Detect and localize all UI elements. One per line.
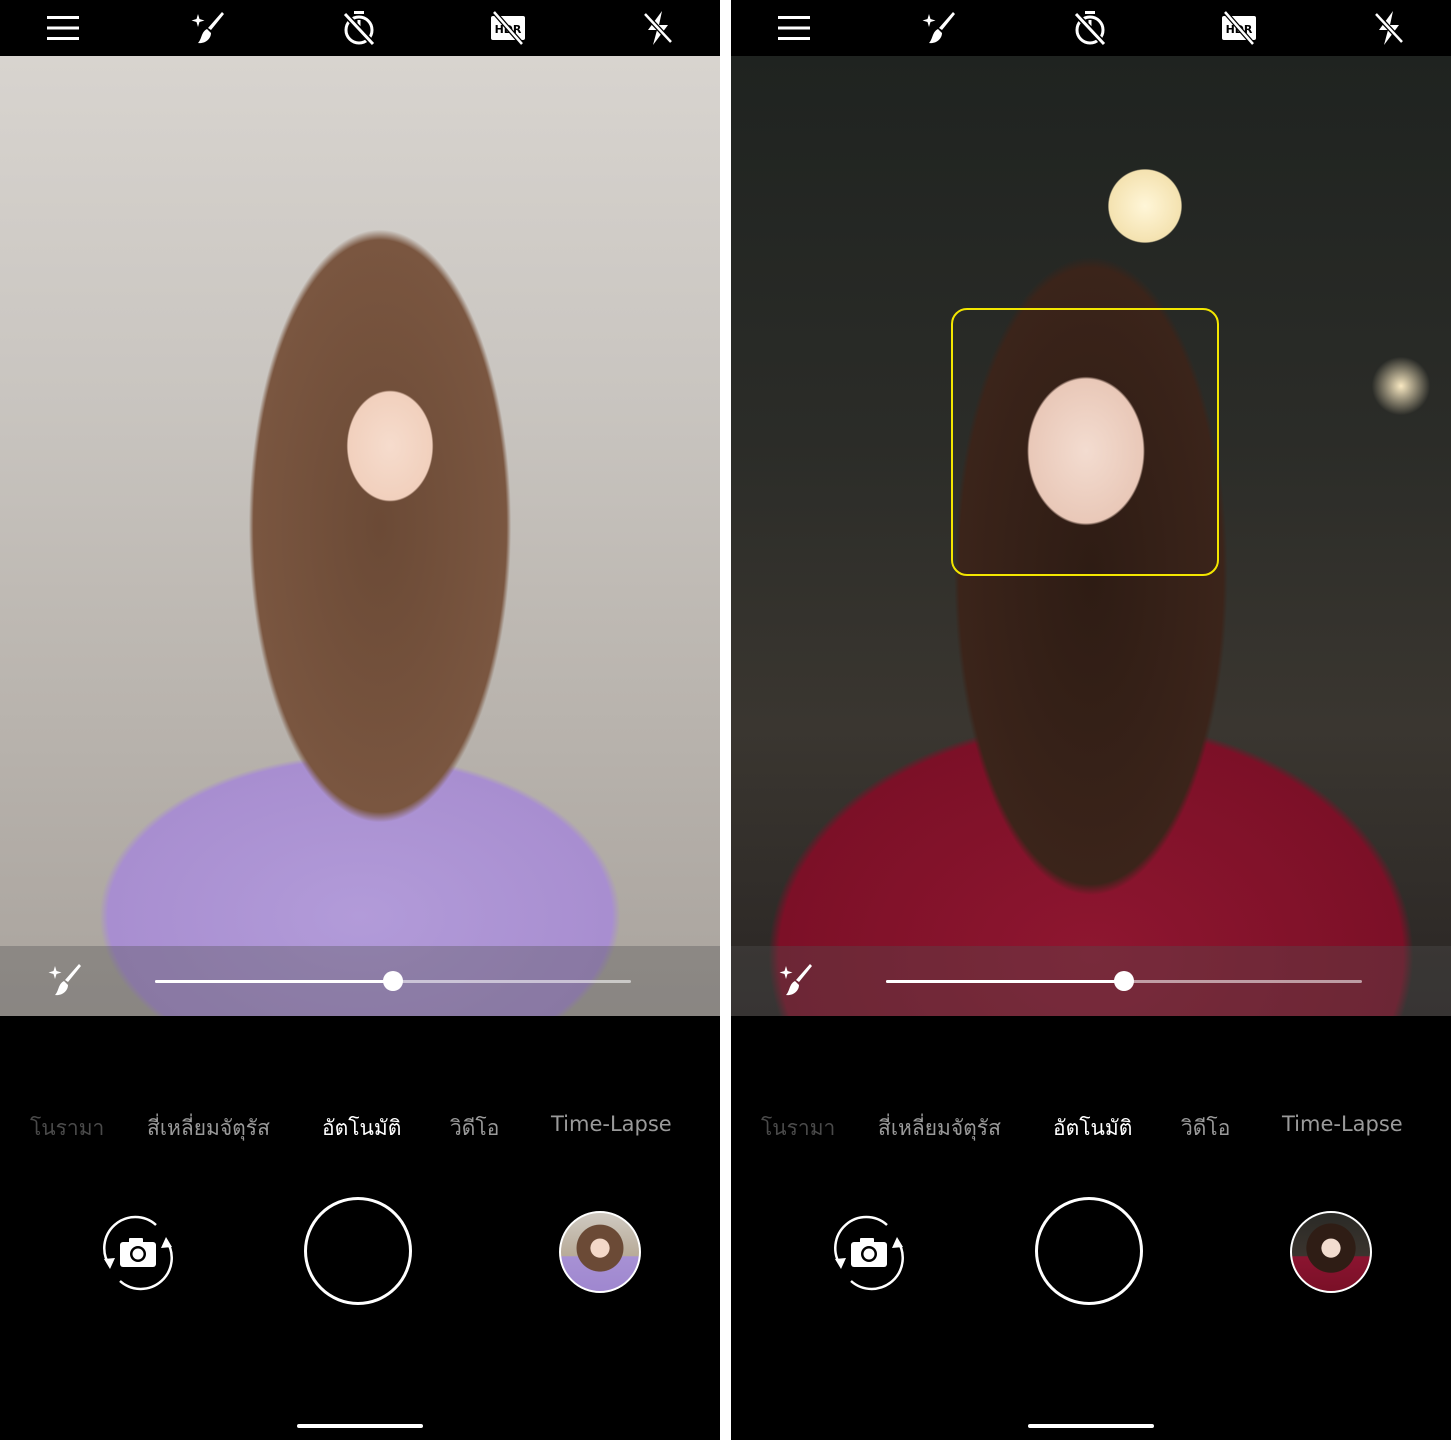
beauty-wand-icon[interactable] (916, 4, 964, 52)
beauty-wand-icon (48, 964, 81, 996)
mode-time-lapse[interactable]: Time-Lapse (551, 1112, 672, 1136)
divider (720, 0, 731, 1440)
camera-switch-icon[interactable] (827, 1211, 911, 1295)
beauty-slider[interactable] (886, 971, 1362, 991)
camera-screen-right: HDR โนรามา สี่เหลี่ยมจัตุรัส อัตโนมัติ ว… (731, 0, 1451, 1440)
gallery-thumbnail[interactable] (559, 1211, 641, 1293)
mode-time-lapse[interactable]: Time-Lapse (1282, 1112, 1403, 1136)
camera-viewfinder[interactable] (731, 56, 1451, 1016)
mode-panorama[interactable]: โนรามา (30, 1112, 104, 1145)
timer-off-icon[interactable] (335, 4, 383, 52)
hdr-off-icon[interactable]: HDR (484, 4, 532, 52)
shutter-button[interactable] (1035, 1197, 1143, 1305)
beauty-slider-handle[interactable] (1114, 971, 1134, 991)
mode-video[interactable]: วิดีโอ (450, 1112, 499, 1145)
menu-icon[interactable] (39, 4, 87, 52)
hdr-off-icon[interactable]: HDR (1215, 4, 1263, 52)
beauty-slider-fill (886, 980, 1124, 983)
beauty-level-bar (731, 946, 1451, 1016)
gallery-thumbnail[interactable] (1290, 1211, 1372, 1293)
camera-viewfinder[interactable] (0, 56, 720, 1016)
beauty-level-bar (0, 946, 720, 1016)
beauty-slider-fill (155, 980, 393, 983)
top-toolbar: HDR (0, 0, 720, 56)
mode-square[interactable]: สี่เหลี่ยมจัตุรัส (878, 1112, 1001, 1145)
mode-square[interactable]: สี่เหลี่ยมจัตุรัส (147, 1112, 270, 1145)
menu-icon[interactable] (770, 4, 818, 52)
beauty-slider-handle[interactable] (383, 971, 403, 991)
face-detection-box (951, 308, 1219, 576)
beauty-wand-icon[interactable] (185, 4, 233, 52)
beauty-slider[interactable] (155, 971, 631, 991)
mode-panorama[interactable]: โนรามา (761, 1112, 835, 1145)
flash-off-icon[interactable] (634, 4, 682, 52)
mode-video[interactable]: วิดีโอ (1181, 1112, 1230, 1145)
timer-off-icon[interactable] (1066, 4, 1114, 52)
shutter-button[interactable] (304, 1197, 412, 1305)
home-indicator[interactable] (1028, 1424, 1154, 1428)
camera-screen-left: HDR โนรามา สี่เหลี่ยมจัตุรัส อัตโนมัติ ว… (0, 0, 720, 1440)
mode-auto[interactable]: อัตโนมัติ (1053, 1112, 1132, 1145)
mode-auto[interactable]: อัตโนมัติ (322, 1112, 401, 1145)
top-toolbar: HDR (731, 0, 1451, 56)
beauty-wand-icon (779, 964, 812, 996)
flash-off-icon[interactable] (1365, 4, 1413, 52)
mode-selector: โนรามา สี่เหลี่ยมจัตุรัส อัตโนมัติ วิดีโ… (0, 1100, 720, 1150)
camera-switch-icon[interactable] (96, 1211, 180, 1295)
mode-selector: โนรามา สี่เหลี่ยมจัตุรัส อัตโนมัติ วิดีโ… (731, 1100, 1451, 1150)
home-indicator[interactable] (297, 1424, 423, 1428)
